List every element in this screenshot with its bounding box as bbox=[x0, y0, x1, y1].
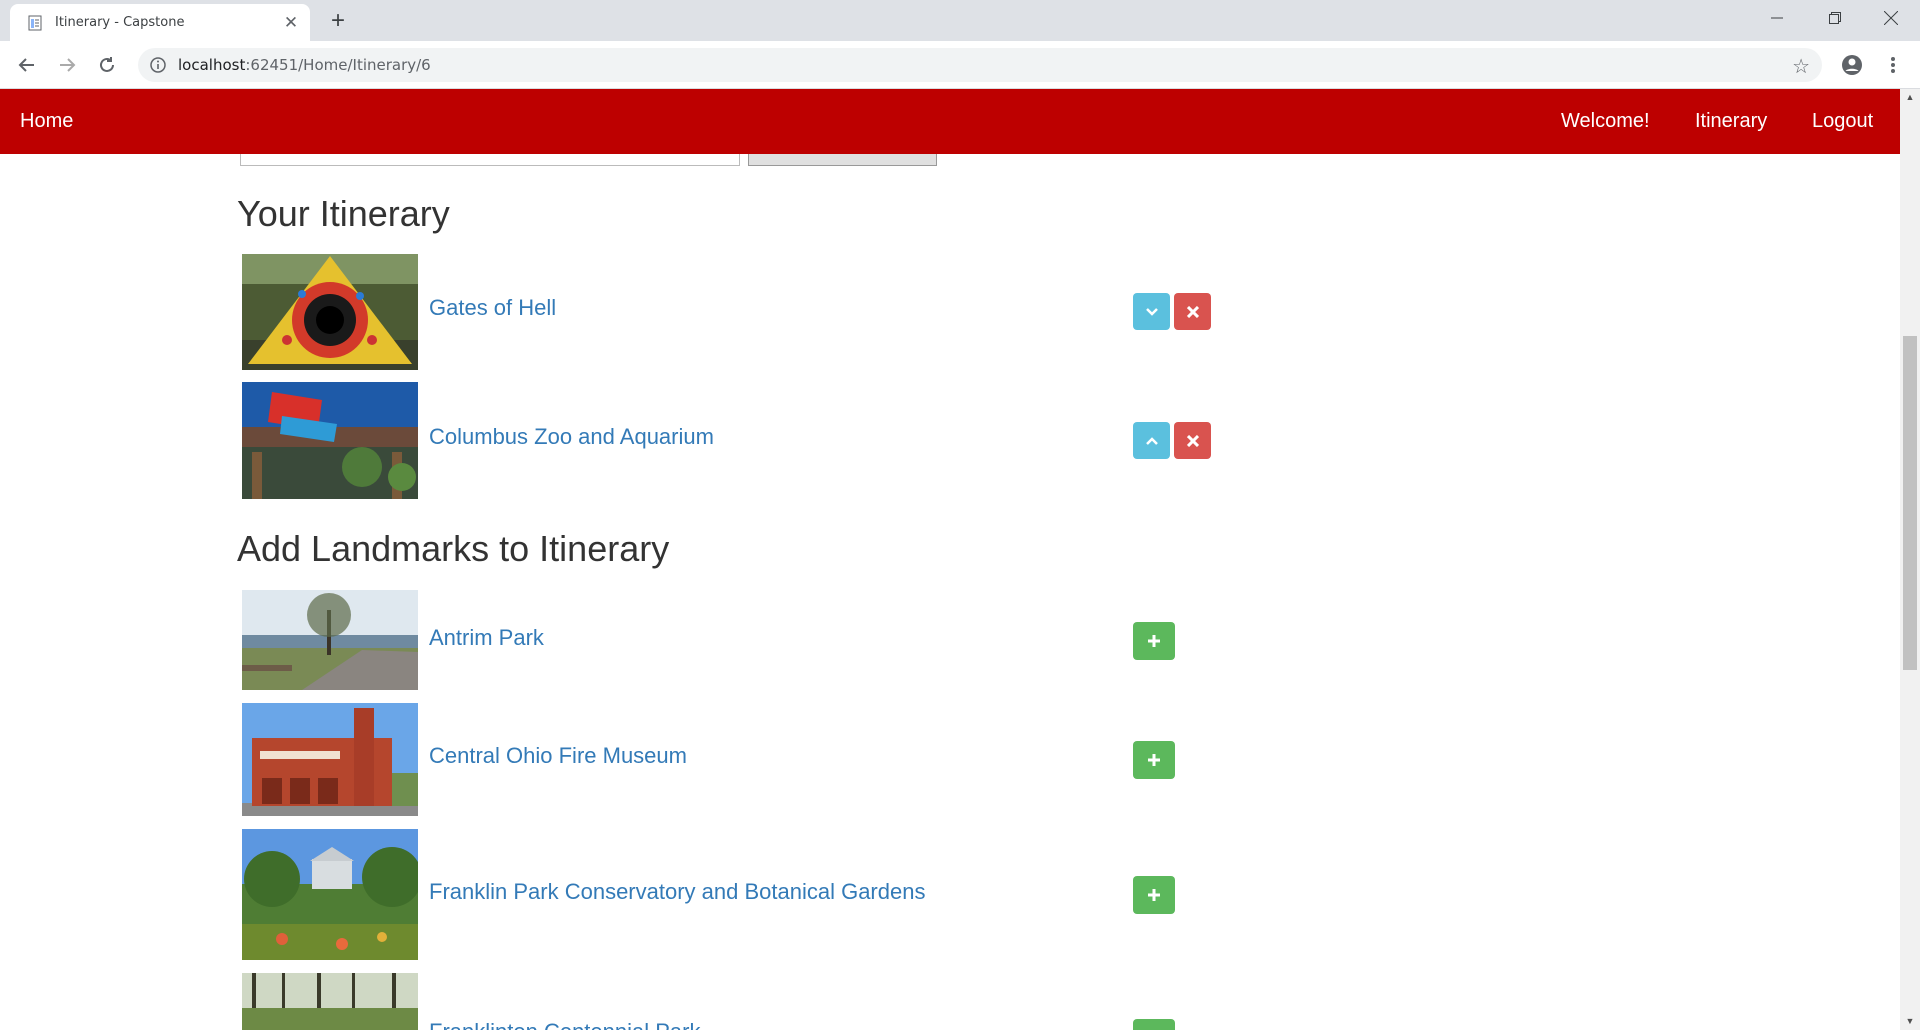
scroll-up-arrow-icon[interactable]: ▲ bbox=[1900, 89, 1920, 106]
remove-button[interactable] bbox=[1174, 293, 1211, 330]
page-icon bbox=[28, 15, 42, 31]
move-down-button[interactable] bbox=[1133, 293, 1170, 330]
plus-icon bbox=[1148, 889, 1160, 901]
minimize-button[interactable] bbox=[1748, 0, 1806, 36]
nav-logout-link[interactable]: Logout bbox=[1812, 110, 1873, 133]
remove-button[interactable] bbox=[1174, 422, 1211, 459]
browser-toolbar: localhost:62451/Home/Itinerary/6 ☆ bbox=[0, 41, 1920, 89]
add-landmarks-heading: Add Landmarks to Itinerary bbox=[237, 528, 670, 569]
browser-tabstrip: Itinerary - Capstone ✕ + bbox=[0, 0, 1920, 41]
close-window-button[interactable] bbox=[1862, 0, 1920, 36]
profile-button[interactable] bbox=[1839, 52, 1865, 78]
gates-of-hell-photo bbox=[242, 254, 418, 370]
landmark-image bbox=[242, 703, 418, 816]
landmark-link[interactable]: Antrim Park bbox=[429, 625, 544, 651]
remove-x-icon bbox=[1186, 305, 1199, 318]
antrim-park-photo bbox=[242, 590, 418, 690]
forward-button[interactable] bbox=[52, 50, 82, 80]
landmark-link[interactable]: Franklin Park Conservatory and Botanical… bbox=[429, 879, 925, 905]
nav-welcome-link[interactable]: Welcome! bbox=[1561, 110, 1650, 133]
landmark-image bbox=[242, 590, 418, 690]
add-landmark-button[interactable] bbox=[1133, 1019, 1175, 1030]
move-up-button[interactable] bbox=[1133, 422, 1170, 459]
landmark-image bbox=[242, 973, 418, 1030]
back-button[interactable] bbox=[12, 50, 42, 80]
centennial-park-photo bbox=[242, 973, 418, 1030]
minimize-icon bbox=[1771, 17, 1783, 19]
new-tab-button[interactable]: + bbox=[325, 9, 351, 35]
add-landmark-button[interactable] bbox=[1133, 741, 1175, 779]
tab-title: Itinerary - Capstone bbox=[55, 15, 185, 30]
restore-icon bbox=[1829, 12, 1841, 24]
conservatory-photo bbox=[242, 829, 418, 960]
chevron-down-icon bbox=[1145, 307, 1158, 316]
itinerary-heading: Your Itinerary bbox=[237, 193, 450, 234]
columbus-zoo-photo bbox=[242, 382, 418, 499]
back-arrow-icon bbox=[18, 58, 34, 72]
close-icon bbox=[1884, 11, 1898, 25]
browser-tab[interactable]: Itinerary - Capstone ✕ bbox=[10, 4, 310, 41]
itinerary-item-image bbox=[242, 382, 418, 499]
itinerary-item-link[interactable]: Gates of Hell bbox=[429, 295, 556, 321]
remove-x-icon bbox=[1186, 434, 1199, 447]
url-text: localhost:62451/Home/Itinerary/6 bbox=[178, 56, 431, 74]
scroll-down-arrow-icon[interactable]: ▼ bbox=[1900, 1013, 1920, 1030]
info-icon[interactable] bbox=[150, 57, 166, 73]
fire-museum-photo bbox=[242, 703, 418, 816]
landmark-link[interactable]: Franklinton Centennial Park bbox=[429, 1019, 700, 1030]
address-bar[interactable]: localhost:62451/Home/Itinerary/6 ☆ bbox=[138, 48, 1822, 82]
itinerary-item-image bbox=[242, 254, 418, 370]
account-icon bbox=[1842, 55, 1862, 75]
menu-button[interactable] bbox=[1880, 52, 1906, 78]
add-landmark-button[interactable] bbox=[1133, 876, 1175, 914]
page-scrollbar[interactable]: ▲ ▼ bbox=[1900, 89, 1920, 1030]
reload-icon bbox=[100, 57, 114, 72]
landmark-link[interactable]: Central Ohio Fire Museum bbox=[429, 743, 687, 769]
nav-home-link[interactable]: Home bbox=[20, 110, 73, 133]
more-vert-icon bbox=[1891, 57, 1895, 73]
chevron-up-icon bbox=[1145, 436, 1158, 445]
top-navbar: Home Welcome! Itinerary Logout bbox=[0, 89, 1900, 154]
scroll-thumb[interactable] bbox=[1903, 336, 1917, 670]
forward-arrow-icon bbox=[60, 58, 76, 72]
add-landmark-button[interactable] bbox=[1133, 622, 1175, 660]
nav-itinerary-link[interactable]: Itinerary bbox=[1695, 110, 1767, 133]
bookmark-star-icon[interactable]: ☆ bbox=[1792, 54, 1810, 79]
restore-button[interactable] bbox=[1806, 0, 1864, 36]
landmark-image bbox=[242, 829, 418, 960]
close-tab-icon[interactable]: ✕ bbox=[281, 13, 301, 33]
reload-button[interactable] bbox=[92, 50, 122, 80]
plus-icon bbox=[1148, 754, 1160, 766]
itinerary-item-link[interactable]: Columbus Zoo and Aquarium bbox=[429, 424, 714, 450]
plus-icon bbox=[1148, 635, 1160, 647]
page-viewport: Home Welcome! Itinerary Logout Your Itin… bbox=[0, 89, 1920, 1030]
